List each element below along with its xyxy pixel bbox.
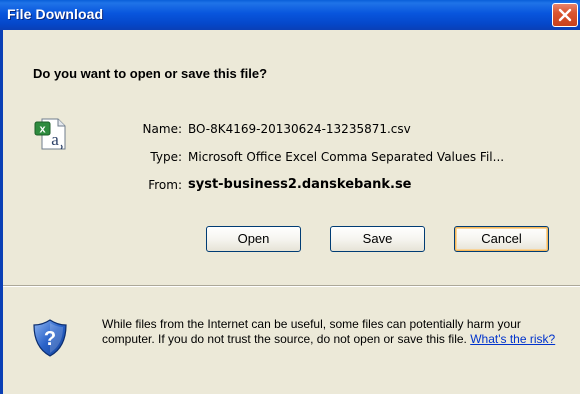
divider [3, 285, 580, 287]
svg-text:x: x [39, 124, 46, 136]
svg-text:?: ? [44, 328, 56, 350]
title-bar[interactable]: File Download [0, 0, 580, 30]
dialog-question: Do you want to open or save this file? [33, 66, 268, 81]
cancel-button[interactable]: Cancel [454, 226, 549, 252]
from-label: From: [148, 178, 182, 192]
type-label: Type: [150, 150, 182, 164]
svg-text:a: a [51, 130, 59, 149]
whats-the-risk-link[interactable]: What's the risk? [470, 332, 555, 346]
file-type-value: Microsoft Office Excel Comma Separated V… [188, 150, 505, 164]
window-title: File Download [7, 6, 104, 22]
name-label: Name: [142, 122, 182, 136]
close-icon [558, 8, 572, 22]
warning-text: While files from the Internet can be use… [102, 317, 521, 346]
security-shield-icon: ? [33, 319, 67, 357]
source-host-value: syst-business2.danskebank.se [188, 177, 412, 192]
excel-csv-file-icon: x a [34, 118, 66, 150]
file-name-value: BO-8K4169-20130624-13235871.csv [188, 122, 411, 136]
open-button[interactable]: Open [206, 226, 301, 252]
close-button[interactable] [552, 3, 578, 27]
security-warning: While files from the Internet can be use… [102, 317, 572, 347]
save-button[interactable]: Save [330, 226, 425, 252]
